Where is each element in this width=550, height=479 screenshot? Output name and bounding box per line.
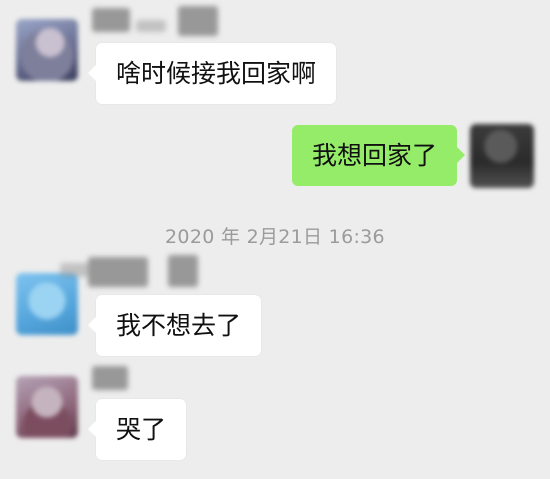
- chat-view[interactable]: 啥时候接我回家啊 我想回家了 2020 年 2月21日 16:36 我不想去了 …: [0, 0, 550, 479]
- incoming-message-bubble[interactable]: 哭了: [87, 399, 187, 460]
- outgoing-message-bubble[interactable]: 我想回家了: [292, 125, 466, 186]
- sender-name-blurred: [60, 255, 210, 293]
- sender-name-blurred: [90, 364, 140, 394]
- my-avatar[interactable]: [470, 124, 534, 188]
- incoming-message-bubble[interactable]: 我不想去了: [87, 295, 262, 356]
- contact-avatar[interactable]: [16, 376, 78, 438]
- sender-name-blurred: [92, 6, 222, 40]
- message-timestamp: 2020 年 2月21日 16:36: [165, 226, 385, 248]
- contact-avatar[interactable]: [16, 19, 78, 81]
- incoming-message-bubble[interactable]: 啥时候接我回家啊: [87, 43, 337, 104]
